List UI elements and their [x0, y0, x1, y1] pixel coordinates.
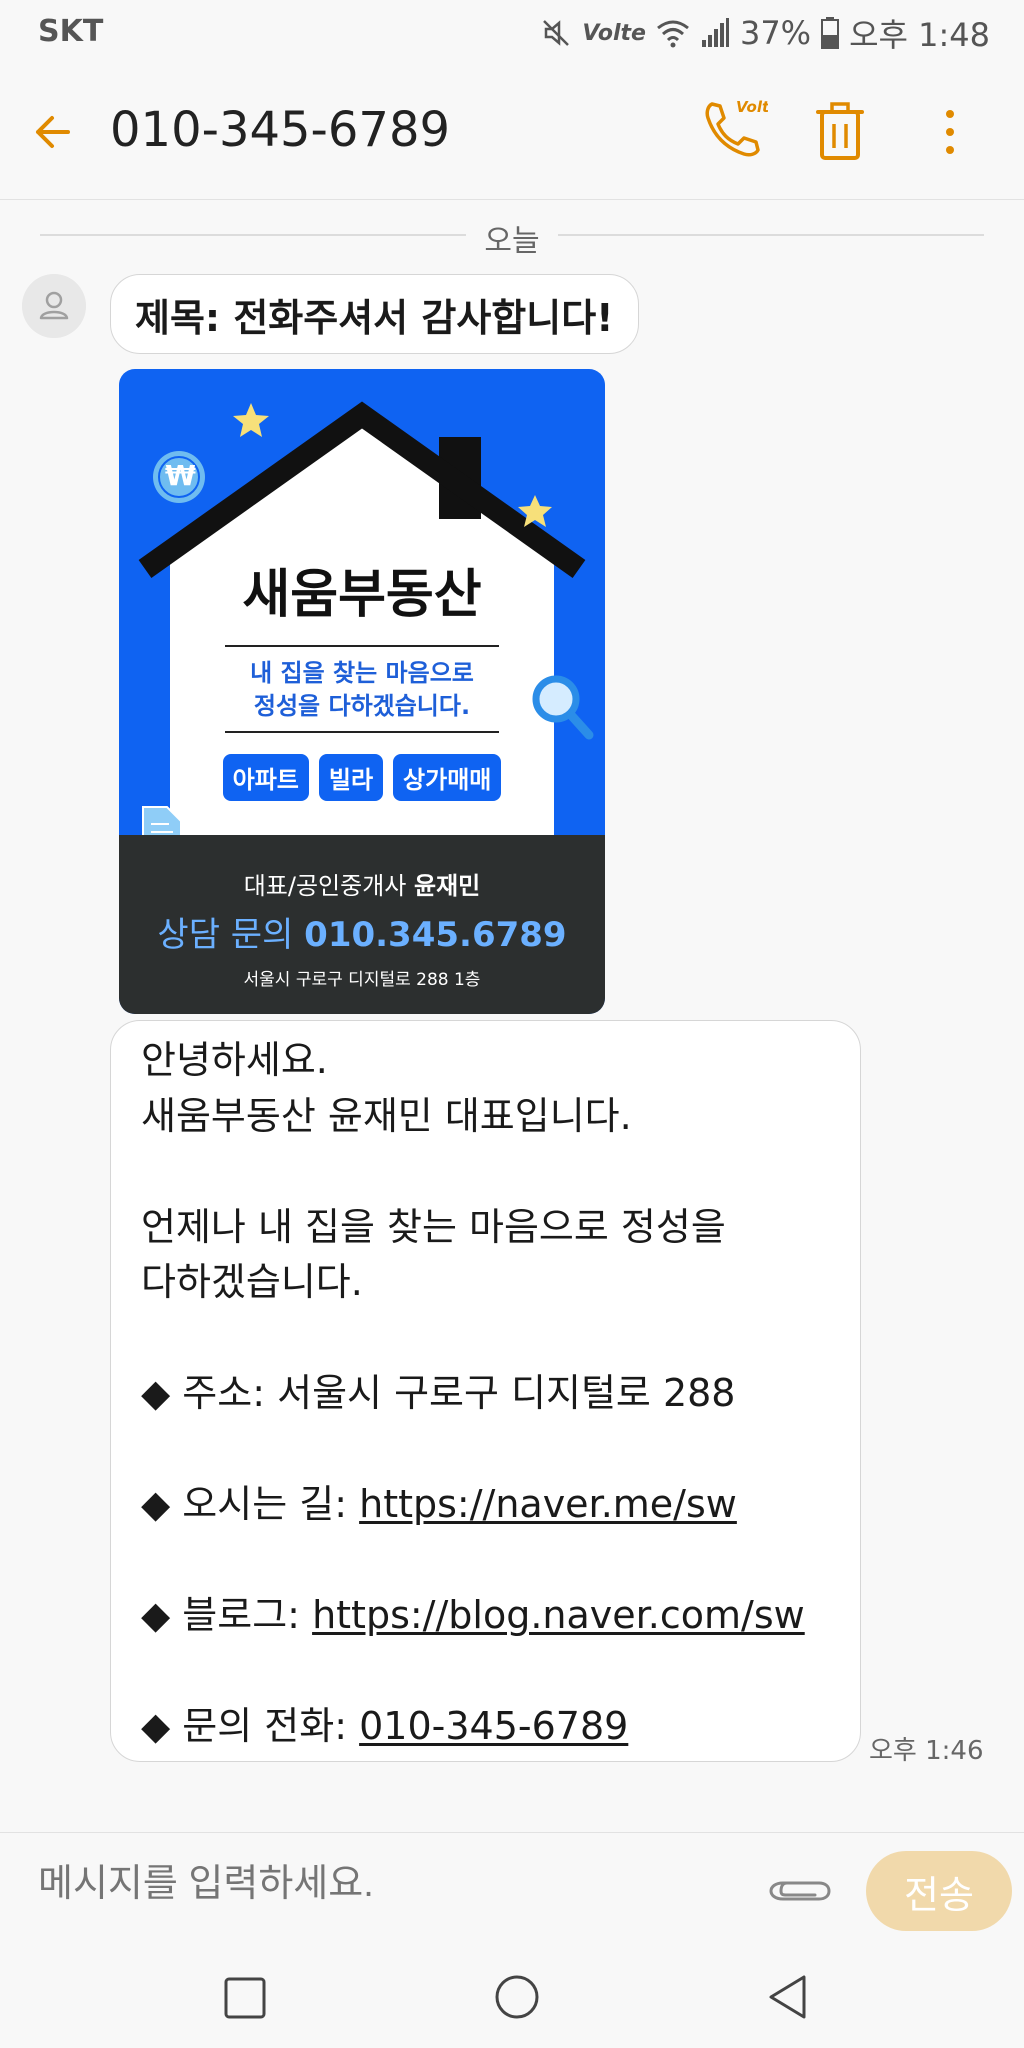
card-tags: 아파트 빌라 상가매매 [119, 754, 605, 801]
system-nav-bar [0, 1942, 1024, 2048]
ceo-label: 대표/공인중개사 [243, 872, 407, 900]
clock: 오후 1:48 [849, 16, 990, 54]
conversation-header: 010-345-6789 Volte [0, 64, 1024, 200]
ceo-name: 윤재민 [414, 872, 481, 900]
message-line: 안녕하세요. [141, 1038, 328, 1082]
directions-row: ◆ 오시는 길: https://naver.me/sw [141, 1477, 841, 1533]
home-icon[interactable] [494, 1974, 540, 2020]
recent-apps-icon[interactable] [224, 1977, 266, 2019]
blog-row: ◆ 블로그: https://blog.naver.com/sw [141, 1588, 841, 1644]
directions-link[interactable]: https://naver.me/sw [359, 1482, 737, 1526]
wifi-icon [657, 20, 689, 48]
carrier-label: SKT [38, 14, 104, 49]
star-icon [233, 403, 269, 437]
composer: 전송 [0, 1832, 1024, 1943]
volte-badge: Volte [736, 98, 768, 116]
date-label: 오늘 [466, 224, 558, 259]
message-line: 새움부동산 윤재민 대표입니다. [141, 1093, 632, 1138]
tag-apartment: 아파트 [222, 754, 309, 801]
directions-label: ◆ 오시는 길: [141, 1482, 360, 1526]
phone-link[interactable]: 010-345-6789 [359, 1704, 628, 1748]
volte-status-icon: Volte [582, 20, 646, 46]
blog-label: ◆ 블로그: [141, 1593, 313, 1637]
contact-label: 상담 문의 [157, 915, 294, 955]
address-row: ◆ 주소: 서울시 구로구 디지털로 288 [141, 1366, 841, 1422]
tag-commercial: 상가매매 [393, 754, 502, 801]
slogan-line-2: 정성을 다하겠습니다. [253, 692, 471, 720]
card-slogan: 내 집을 찾는 마음으로 정성을 다하겠습니다. [119, 657, 605, 723]
contact-avatar-icon[interactable] [22, 274, 86, 338]
mms-image-card[interactable]: ₩ 새움부동산 내 집을 찾는 마음으로 정성을 다하겠습니다. 아파트 빌라 … [119, 369, 605, 1014]
phone-row: ◆ 문의 전화: 010-345-6789 [141, 1699, 841, 1755]
send-button[interactable]: 전송 [866, 1851, 1012, 1931]
back-triangle-icon[interactable] [766, 1974, 810, 2020]
message-line: 다하겠습니다. [141, 1260, 363, 1304]
address-label: ◆ 주소: [141, 1371, 278, 1415]
card-ceo: 대표/공인중개사 윤재민 [119, 866, 605, 901]
signal-icon [701, 18, 729, 47]
battery-icon [821, 17, 840, 49]
more-vertical-icon[interactable] [930, 100, 970, 164]
contact-number[interactable]: 010-345-6789 [110, 102, 450, 158]
status-bar: SKT Volte 37% 오후 1:48 [0, 0, 1024, 64]
subject-bubble: 제목: 전화주셔서 감사합니다! [110, 274, 639, 354]
message-line: 언제나 내 집을 찾는 마음으로 정성을 [141, 1204, 726, 1249]
card-title: 새움부동산 [242, 565, 482, 625]
message-bubble[interactable]: 안녕하세요. 새움부동산 윤재민 대표입니다. 언제나 내 집을 찾는 마음으로… [110, 1020, 861, 1762]
mute-icon [543, 20, 570, 46]
battery-percent: 37% [739, 14, 812, 52]
message-text: 안녕하세요. 새움부동산 윤재민 대표입니다. 언제나 내 집을 찾는 마음으로… [141, 1033, 841, 1755]
won-symbol: ₩ [165, 459, 196, 492]
back-arrow-icon[interactable] [28, 102, 88, 162]
address-value: 서울시 구로구 디지털로 288 [277, 1371, 736, 1415]
status-icons: Volte 37% 오후 1:48 [540, 10, 990, 56]
blog-link[interactable]: https://blog.naver.com/sw [312, 1593, 805, 1637]
trash-icon[interactable] [810, 100, 870, 164]
message-input[interactable] [38, 1863, 738, 1906]
tag-villa: 빌라 [318, 754, 384, 801]
slogan-line-1: 내 집을 찾는 마음으로 [250, 659, 474, 687]
date-divider: 오늘 [40, 214, 984, 259]
phone-label: ◆ 문의 전화: [141, 1704, 360, 1748]
contact-phone: 010.345.6789 [304, 915, 567, 955]
card-contact: 상담 문의 010.345.6789 [119, 907, 605, 956]
message-time: 오후 1:46 [869, 1736, 984, 1766]
card-address: 서울시 구로구 디지털로 288 1층 [243, 970, 481, 990]
card-divider [225, 645, 499, 647]
card-divider [225, 731, 499, 733]
volte-call-icon[interactable]: Volte [698, 94, 768, 164]
paperclip-icon[interactable] [765, 1873, 835, 1909]
